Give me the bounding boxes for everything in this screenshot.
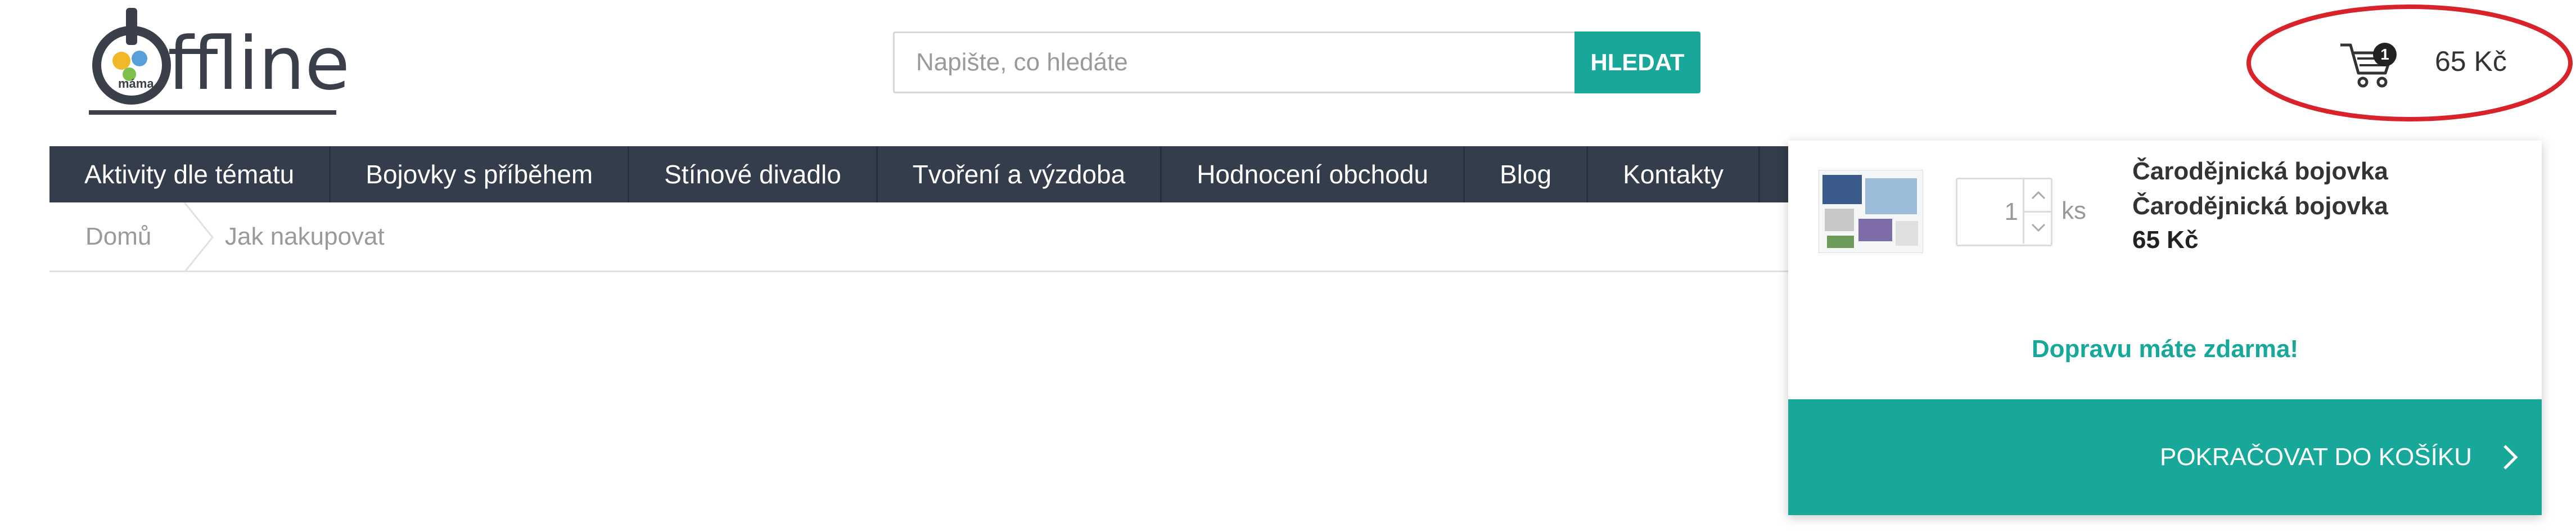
quantity-stepper[interactable]: 1	[1956, 178, 2052, 246]
logo-text: ffline	[168, 21, 350, 106]
nav-item-kontakty[interactable]: Kontakty	[1588, 146, 1761, 202]
site-logo[interactable]: máma ffline	[83, 4, 350, 117]
quantity-value[interactable]: 1	[1968, 179, 2018, 245]
breadcrumb-home[interactable]: Domů	[85, 223, 151, 251]
search-button[interactable]: HLEDAT	[1575, 31, 1700, 93]
chevron-right-icon	[2503, 445, 2518, 470]
checkout-label: POKRAČOVAT DO KOŠÍKU	[2159, 443, 2472, 471]
cart-dropdown: 1 ks Čarodějnická bojovka Čarodějnická b…	[1788, 141, 2542, 515]
checkout-button[interactable]: POKRAČOVAT DO KOŠÍKU	[1788, 399, 2542, 515]
nav-item-hodnoceni[interactable]: Hodnocení obchodu	[1162, 146, 1465, 202]
nav-item-stinove-divadlo[interactable]: Stínové divadlo	[629, 146, 878, 202]
chevron-up-icon[interactable]	[2023, 179, 2052, 213]
cart-total[interactable]: 65 Kč	[2435, 45, 2507, 78]
breadcrumb: Domů Jak nakupovat	[49, 202, 1793, 272]
quantity-unit: ks	[2061, 197, 2086, 224]
main-navigation: Aktivity dle tématu Bojovky s příběhem S…	[49, 146, 1804, 202]
logo-small-text: máma	[118, 76, 154, 91]
search-input[interactable]	[893, 31, 1575, 93]
product-name[interactable]: Čarodějnická bojovka	[2132, 157, 2388, 186]
free-shipping-notice: Dopravu máte zdarma!	[2031, 335, 2299, 363]
nav-item-blog[interactable]: Blog	[1465, 146, 1589, 202]
nav-item-tvoreni[interactable]: Tvoření a výzdoba	[878, 146, 1162, 202]
annotation-circle	[2246, 4, 2573, 121]
cart-count-badge: 1	[2373, 43, 2397, 66]
nav-item-bojovky[interactable]: Bojovky s příběhem	[331, 146, 630, 202]
product-thumbnail[interactable]	[1819, 170, 1923, 253]
chevron-down-icon[interactable]	[2023, 212, 2052, 244]
product-price: 65 Kč	[2132, 226, 2199, 254]
product-name-secondary: Čarodějnická bojovka	[2132, 192, 2388, 220]
breadcrumb-current: Jak nakupovat	[225, 223, 385, 250]
breadcrumb-separator-icon	[183, 202, 214, 272]
nav-item-aktivity[interactable]: Aktivity dle tématu	[49, 146, 331, 202]
